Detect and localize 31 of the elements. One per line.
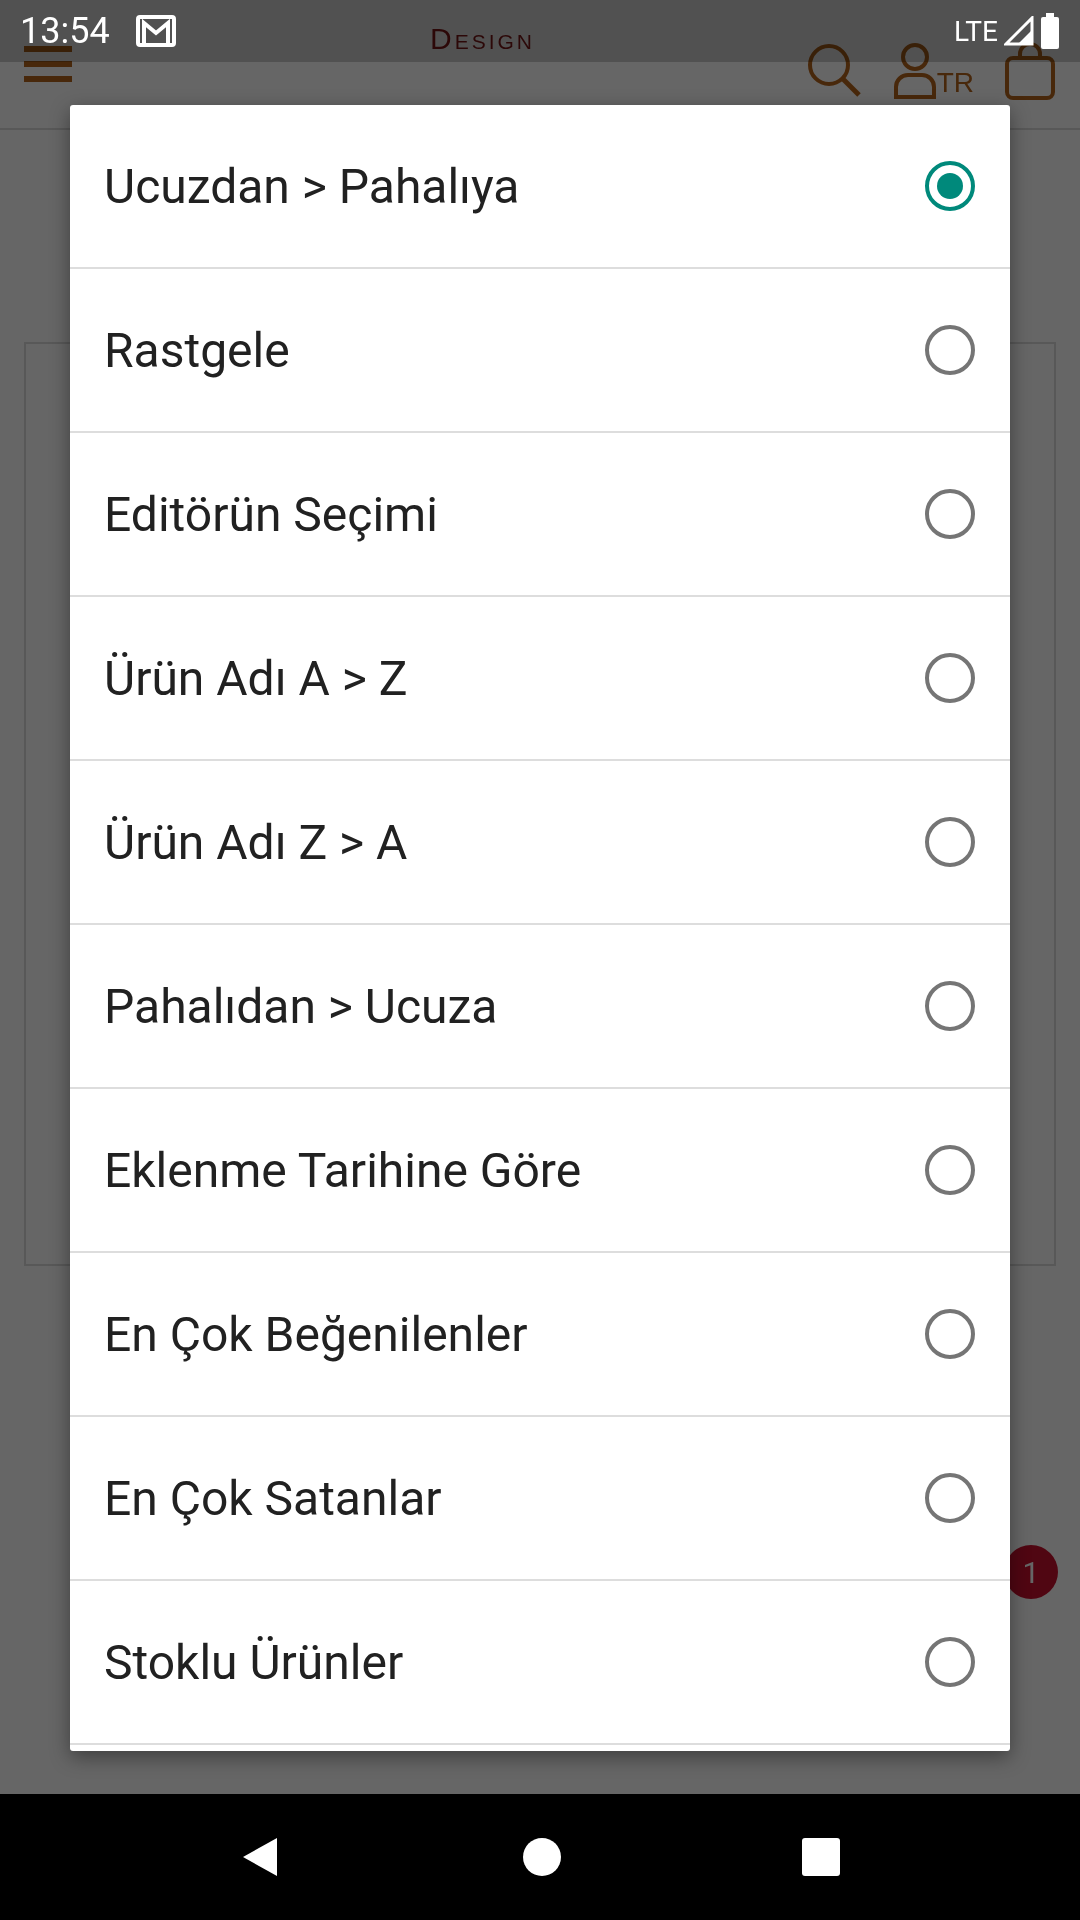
- user-icon[interactable]: [892, 41, 937, 99]
- battery-icon: [1040, 13, 1060, 49]
- mail-icon: [135, 15, 176, 47]
- radio-button[interactable]: [924, 324, 976, 376]
- menu-icon[interactable]: [24, 46, 72, 82]
- network-label: LTE: [954, 14, 998, 48]
- shopping-bag-icon[interactable]: [1004, 40, 1056, 100]
- sort-option[interactable]: Rastgele: [70, 269, 1010, 433]
- recents-icon[interactable]: [800, 1837, 841, 1877]
- radio-button[interactable]: [924, 652, 976, 704]
- radio-button[interactable]: [924, 160, 976, 212]
- sort-option[interactable]: Editörün Seçimi: [70, 433, 1010, 597]
- logo-subtitle: Design: [430, 22, 535, 56]
- sort-option[interactable]: En Çok Satanlar: [70, 1417, 1010, 1581]
- radio-button[interactable]: [924, 488, 976, 540]
- sort-option[interactable]: En Çok Beğenilenler: [70, 1253, 1010, 1417]
- radio-button[interactable]: [924, 1472, 976, 1524]
- signal-icon: [1004, 16, 1034, 46]
- sort-option[interactable]: Ucuzdan > Pahalıya: [70, 105, 1010, 269]
- sort-option[interactable]: Pahalıdan > Ucuza: [70, 925, 1010, 1089]
- sort-option[interactable]: Ürün Adı Z > A: [70, 761, 1010, 925]
- sort-option[interactable]: Ürün Adı A > Z: [70, 597, 1010, 761]
- radio-button[interactable]: [924, 1308, 976, 1360]
- radio-button[interactable]: [924, 816, 976, 868]
- radio-button[interactable]: [924, 980, 976, 1032]
- home-icon[interactable]: [522, 1837, 562, 1877]
- sort-option[interactable]: Eklenme Tarihine Göre: [70, 1089, 1010, 1253]
- sort-option[interactable]: Stoklu Ürünler: [70, 1581, 1010, 1745]
- status-time: 13:54: [20, 10, 110, 52]
- radio-button[interactable]: [924, 1636, 976, 1688]
- radio-button[interactable]: [924, 1144, 976, 1196]
